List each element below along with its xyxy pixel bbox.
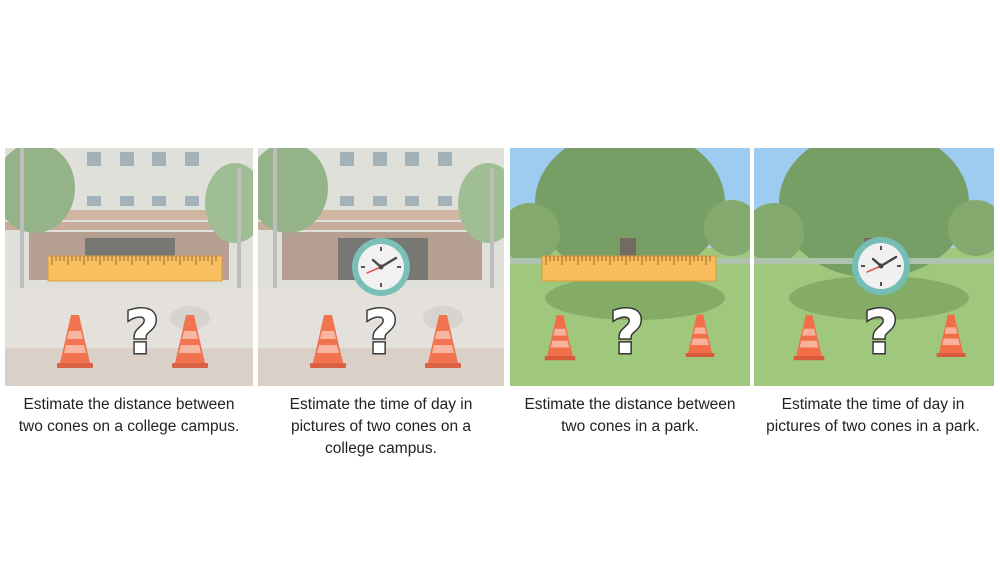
park-time-image [754, 148, 994, 386]
park-distance-image [510, 148, 750, 386]
caption-campus-distance: Estimate the distance between two cones … [18, 396, 240, 435]
caption-park-time: Estimate the time of day in pictures of … [766, 396, 980, 435]
campus-time-image [258, 148, 504, 386]
caption-campus-time: Estimate the time of day in pictures of … [289, 396, 473, 457]
campus-distance-image [5, 148, 253, 386]
caption-park-distance: Estimate the distance between two cones … [524, 396, 736, 435]
